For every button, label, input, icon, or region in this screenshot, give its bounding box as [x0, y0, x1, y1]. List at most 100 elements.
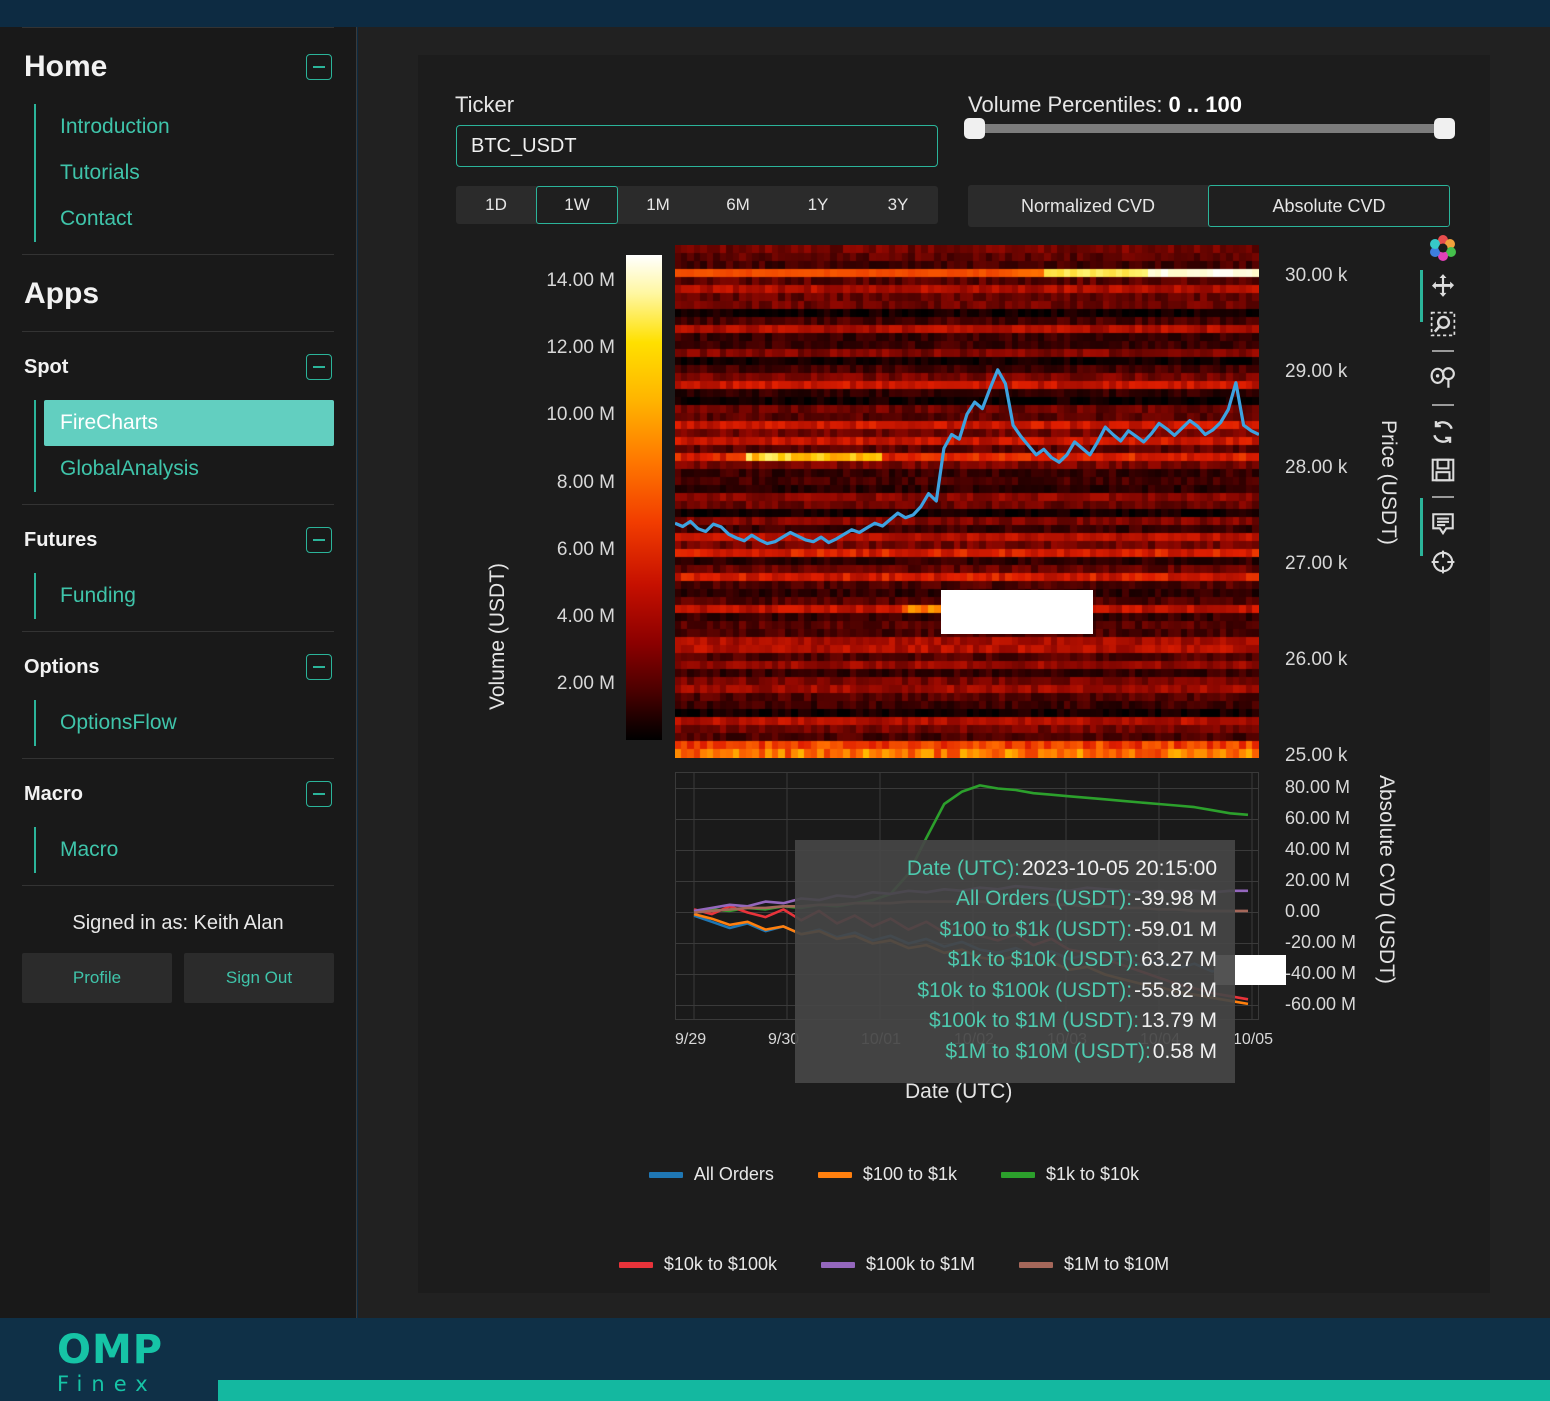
toolbar-active-indicator-pan: [1420, 270, 1423, 322]
tooltip-value: 2023-10-05 20:15:00: [1022, 857, 1217, 880]
box-zoom-icon[interactable]: [1427, 308, 1459, 340]
sidebar-item-firecharts[interactable]: FireCharts: [44, 400, 334, 446]
colorbar-tick: 8.00 M: [556, 471, 615, 493]
redaction-box: [941, 590, 1093, 634]
sidebar-home-links: Introduction Tutorials Contact: [34, 104, 334, 242]
tooltip-value: -39.98 M: [1134, 887, 1217, 911]
tooltip-row: All Orders (USDT): -39.98 M: [813, 884, 1217, 914]
cvd-button-normalized[interactable]: Normalized CVD: [968, 185, 1208, 227]
legend-label: $1k to $10k: [1046, 1164, 1140, 1184]
tooltip-row: $1k to $10k (USDT): 63.27 M: [813, 945, 1217, 975]
top-header-bar: [0, 0, 1550, 27]
logo-primary-text: OMP: [57, 1327, 164, 1373]
legend-item[interactable]: All Orders: [648, 1164, 774, 1185]
lasso-select-icon[interactable]: [1427, 362, 1459, 394]
ticker-input[interactable]: [456, 125, 938, 167]
sidebar-item-tutorials[interactable]: Tutorials: [36, 150, 334, 196]
timerange-selector: 1D 1W 1M 6M 1Y 3Y: [456, 186, 938, 224]
minus-box-icon[interactable]: [306, 527, 332, 553]
tooltip-value: 63.27 M: [1141, 948, 1217, 972]
sidebar-futures-links: Funding: [34, 573, 334, 619]
range-button-1y[interactable]: 1Y: [778, 186, 858, 224]
tooltip-value: -55.82 M: [1134, 978, 1217, 1002]
price-tick: 30.00 k: [1285, 265, 1348, 286]
slider-handle-max[interactable]: [1434, 118, 1455, 139]
tooltip-key: All Orders (USDT):: [955, 887, 1133, 911]
price-tick: 27.00 k: [1285, 553, 1348, 574]
price-tick: 26.00 k: [1285, 649, 1348, 670]
cvd-x-tick: 10/05: [1233, 1031, 1274, 1048]
legend-item[interactable]: $10k to $100k: [618, 1254, 777, 1275]
legend-swatch-icon: [648, 1171, 683, 1178]
range-button-3y[interactable]: 3Y: [858, 186, 938, 224]
sidebar-section-macro: Macro: [22, 759, 334, 827]
cvd-tick: -40.00 M: [1285, 963, 1357, 983]
legend-item[interactable]: $100 to $1k: [817, 1164, 957, 1185]
volume-heatmap[interactable]: [675, 245, 1259, 758]
tooltip-row: $10k to $100k (USDT): -55.82 M: [813, 976, 1217, 1006]
sidebar-item-macro[interactable]: Macro: [36, 827, 334, 873]
volume-percentile-slider[interactable]: [964, 118, 1455, 139]
sidebar-item-contact[interactable]: Contact: [36, 196, 334, 242]
pan-icon[interactable]: [1427, 270, 1459, 302]
tooltip-row: Date (UTC): 2023-10-05 20:15:00: [813, 854, 1217, 884]
tooltip-key: $1M to $10M (USDT):: [945, 1039, 1151, 1063]
tooltip-value: 13.79 M: [1141, 1009, 1217, 1033]
tooltip-key: $1k to $10k (USDT):: [947, 948, 1140, 972]
sidebar-item-optionsflow[interactable]: OptionsFlow: [36, 700, 334, 746]
legend-label: $1M to $10M: [1064, 1254, 1170, 1274]
sidebar-section-home: Home: [22, 28, 334, 104]
legend-label: All Orders: [693, 1164, 774, 1184]
legend-item[interactable]: $100k to $1M: [820, 1254, 976, 1275]
crosshair-icon[interactable]: [1427, 546, 1459, 578]
legend-label: $100k to $1M: [865, 1254, 976, 1274]
sidebar-section-apps: Apps: [22, 255, 334, 331]
sidebar-futures-title: Futures: [24, 528, 98, 551]
legend-item[interactable]: $1M to $10M: [1019, 1254, 1169, 1275]
cvd-tick: 40.00 M: [1285, 839, 1351, 859]
reset-icon[interactable]: [1427, 416, 1459, 448]
profile-button[interactable]: Profile: [22, 953, 172, 1003]
sign-out-button[interactable]: Sign Out: [184, 953, 334, 1003]
toolbar-divider: [1432, 496, 1454, 498]
volume-colorbar: [626, 255, 662, 740]
range-button-1w[interactable]: 1W: [536, 186, 618, 224]
minus-box-icon[interactable]: [306, 54, 332, 80]
volume-percentiles-label: Volume Percentiles: 0 .. 100: [968, 92, 1242, 118]
tooltip-row: $1M to $10M (USDT): 0.58 M: [813, 1037, 1217, 1067]
sidebar-item-globalanalysis[interactable]: GlobalAnalysis: [36, 446, 334, 492]
cvd-button-absolute[interactable]: Absolute CVD: [1208, 185, 1450, 227]
tooltip-key: $100k to $1M (USDT):: [929, 1009, 1140, 1033]
legend-swatch-icon: [1019, 1261, 1054, 1268]
sidebar-spot-links: FireCharts GlobalAnalysis: [34, 400, 334, 492]
sidebar-macro-links: Macro: [34, 827, 334, 873]
slider-handle-min[interactable]: [964, 118, 985, 139]
sidebar-apps-title: Apps: [24, 277, 99, 310]
tooltip-row: $100 to $1k (USDT): -59.01 M: [813, 915, 1217, 945]
minus-box-icon[interactable]: [306, 354, 332, 380]
legend-row-secondary: $10k to $100k $100k to $1M $1M to $10M: [358, 1254, 1430, 1275]
sidebar-section-spot: Spot: [22, 332, 334, 400]
tooltip-value: -59.01 M: [1134, 917, 1217, 941]
minus-box-icon[interactable]: [306, 654, 332, 680]
sidebar-item-introduction[interactable]: Introduction: [36, 104, 334, 150]
legend-item[interactable]: $1k to $10k: [1001, 1164, 1139, 1185]
colorbar-tick: 10.00 M: [546, 404, 615, 426]
footer-accent-bar: [218, 1380, 1550, 1401]
cvd-mode-selector: Normalized CVD Absolute CVD: [968, 185, 1450, 227]
minus-box-icon[interactable]: [306, 781, 332, 807]
save-icon[interactable]: [1427, 454, 1459, 486]
tooltip-key: $10k to $100k (USDT):: [917, 978, 1133, 1002]
date-axis-title: Date (UTC): [905, 1080, 1013, 1103]
toolbar-divider: [1432, 404, 1454, 406]
toolbar-divider: [1432, 350, 1454, 352]
bokeh-logo-icon[interactable]: [1427, 232, 1459, 264]
hover-tooltip-icon[interactable]: [1427, 508, 1459, 540]
range-button-1d[interactable]: 1D: [456, 186, 536, 224]
sidebar-section-futures: Futures: [22, 505, 334, 573]
sidebar-item-funding[interactable]: Funding: [36, 573, 334, 619]
range-button-1m[interactable]: 1M: [618, 186, 698, 224]
sidebar-options-links: OptionsFlow: [34, 700, 334, 746]
tooltip-key: Date (UTC):: [906, 857, 1020, 880]
range-button-6m[interactable]: 6M: [698, 186, 778, 224]
